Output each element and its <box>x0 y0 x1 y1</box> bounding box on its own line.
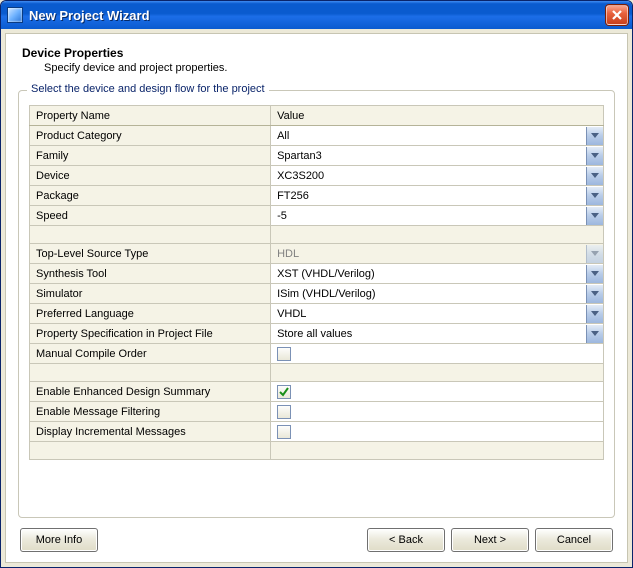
property-value-preferred-language: VHDL <box>271 304 604 324</box>
dropdown-value: HDL <box>271 248 586 260</box>
dropdown-arrow-icon[interactable] <box>586 265 603 283</box>
table-row: Speed-5 <box>30 206 604 226</box>
dropdown-simulator[interactable]: ISim (VHDL/Verilog) <box>271 284 603 303</box>
spacer-row <box>30 442 604 460</box>
dropdown-arrow-icon[interactable] <box>586 187 603 205</box>
property-value-enable-enhanced-design-summary <box>271 382 604 402</box>
dropdown-device[interactable]: XC3S200 <box>271 166 603 185</box>
table-row: Synthesis ToolXST (VHDL/Verilog) <box>30 264 604 284</box>
checkbox[interactable] <box>277 425 291 439</box>
dropdown-family[interactable]: Spartan3 <box>271 146 603 165</box>
dropdown-value: VHDL <box>271 308 586 320</box>
column-header-name: Property Name <box>30 106 271 126</box>
column-header-value: Value <box>271 106 604 126</box>
dropdown-arrow-icon[interactable] <box>586 305 603 323</box>
page-subtitle: Specify device and project properties. <box>44 62 611 74</box>
group-legend: Select the device and design flow for th… <box>27 83 269 95</box>
property-value-display-incremental-messages <box>271 422 604 442</box>
property-label-device: Device <box>30 166 271 186</box>
property-label-package: Package <box>30 186 271 206</box>
property-value-speed: -5 <box>271 206 604 226</box>
dropdown-product-category[interactable]: All <box>271 126 603 145</box>
dropdown-arrow-icon[interactable] <box>586 127 603 145</box>
checkbox[interactable] <box>277 385 291 399</box>
wizard-content: Device Properties Specify device and pro… <box>5 33 628 563</box>
property-label-speed: Speed <box>30 206 271 226</box>
window-title: New Project Wizard <box>29 8 606 23</box>
cancel-button[interactable]: Cancel <box>535 528 613 552</box>
titlebar: New Project Wizard <box>1 1 632 29</box>
wizard-heading: Device Properties Specify device and pro… <box>6 46 627 84</box>
dropdown-arrow-icon[interactable] <box>586 325 603 343</box>
property-value-product-category: All <box>271 126 604 146</box>
properties-table: Property NameValueProduct CategoryAllFam… <box>29 105 604 460</box>
property-label-synthesis-tool: Synthesis Tool <box>30 264 271 284</box>
more-info-button[interactable]: More Info <box>20 528 98 552</box>
next-button[interactable]: Next > <box>451 528 529 552</box>
property-value-synthesis-tool: XST (VHDL/Verilog) <box>271 264 604 284</box>
checkbox[interactable] <box>277 405 291 419</box>
property-label-preferred-language: Preferred Language <box>30 304 271 324</box>
property-value-property-specification-in-project-file: Store all values <box>271 324 604 344</box>
dropdown-synthesis-tool[interactable]: XST (VHDL/Verilog) <box>271 264 603 283</box>
property-label-family: Family <box>30 146 271 166</box>
property-value-device: XC3S200 <box>271 166 604 186</box>
close-button[interactable] <box>606 5 628 25</box>
dropdown-value: Store all values <box>271 328 586 340</box>
property-label-product-category: Product Category <box>30 126 271 146</box>
dropdown-arrow-icon[interactable] <box>586 147 603 165</box>
dropdown-arrow-icon <box>586 245 603 263</box>
dropdown-value: XC3S200 <box>271 170 586 182</box>
dropdown-value: ISim (VHDL/Verilog) <box>271 288 586 300</box>
dropdown-preferred-language[interactable]: VHDL <box>271 304 603 323</box>
property-label-enable-enhanced-design-summary: Enable Enhanced Design Summary <box>30 382 271 402</box>
property-value-package: FT256 <box>271 186 604 206</box>
property-label-display-incremental-messages: Display Incremental Messages <box>30 422 271 442</box>
dropdown-arrow-icon[interactable] <box>586 207 603 225</box>
property-value-top-level-source-type: HDL <box>271 244 604 264</box>
app-icon <box>7 7 23 23</box>
device-flow-group: Select the device and design flow for th… <box>18 90 615 518</box>
property-value-simulator: ISim (VHDL/Verilog) <box>271 284 604 304</box>
wizard-footer: More Info < Back Next > Cancel <box>6 524 627 552</box>
spacer-row <box>30 226 604 244</box>
dropdown-value: XST (VHDL/Verilog) <box>271 268 586 280</box>
dropdown-value: -5 <box>271 210 586 222</box>
table-row: Top-Level Source TypeHDL <box>30 244 604 264</box>
table-row: Preferred LanguageVHDL <box>30 304 604 324</box>
table-row: Display Incremental Messages <box>30 422 604 442</box>
property-value-manual-compile-order <box>271 344 604 364</box>
dropdown-top-level-source-type: HDL <box>271 244 603 263</box>
back-button[interactable]: < Back <box>367 528 445 552</box>
dropdown-speed[interactable]: -5 <box>271 206 603 225</box>
spacer-row <box>30 364 604 382</box>
table-row: SimulatorISim (VHDL/Verilog) <box>30 284 604 304</box>
property-label-top-level-source-type: Top-Level Source Type <box>30 244 271 264</box>
table-row: PackageFT256 <box>30 186 604 206</box>
table-row: Property Specification in Project FileSt… <box>30 324 604 344</box>
property-label-simulator: Simulator <box>30 284 271 304</box>
table-row: FamilySpartan3 <box>30 146 604 166</box>
page-title: Device Properties <box>22 46 611 60</box>
close-icon <box>611 9 623 21</box>
dropdown-value: FT256 <box>271 190 586 202</box>
table-row: Manual Compile Order <box>30 344 604 364</box>
table-row: Enable Message Filtering <box>30 402 604 422</box>
property-label-manual-compile-order: Manual Compile Order <box>30 344 271 364</box>
dropdown-arrow-icon[interactable] <box>586 167 603 185</box>
table-row: Enable Enhanced Design Summary <box>30 382 604 402</box>
property-value-enable-message-filtering <box>271 402 604 422</box>
table-row: DeviceXC3S200 <box>30 166 604 186</box>
dropdown-arrow-icon[interactable] <box>586 285 603 303</box>
wizard-window: New Project Wizard Device Properties Spe… <box>0 0 633 568</box>
property-label-property-specification-in-project-file: Property Specification in Project File <box>30 324 271 344</box>
table-row: Product CategoryAll <box>30 126 604 146</box>
dropdown-value: Spartan3 <box>271 150 586 162</box>
dropdown-property-specification-in-project-file[interactable]: Store all values <box>271 324 603 343</box>
dropdown-value: All <box>271 130 586 142</box>
checkbox[interactable] <box>277 347 291 361</box>
property-value-family: Spartan3 <box>271 146 604 166</box>
property-label-enable-message-filtering: Enable Message Filtering <box>30 402 271 422</box>
dropdown-package[interactable]: FT256 <box>271 186 603 205</box>
